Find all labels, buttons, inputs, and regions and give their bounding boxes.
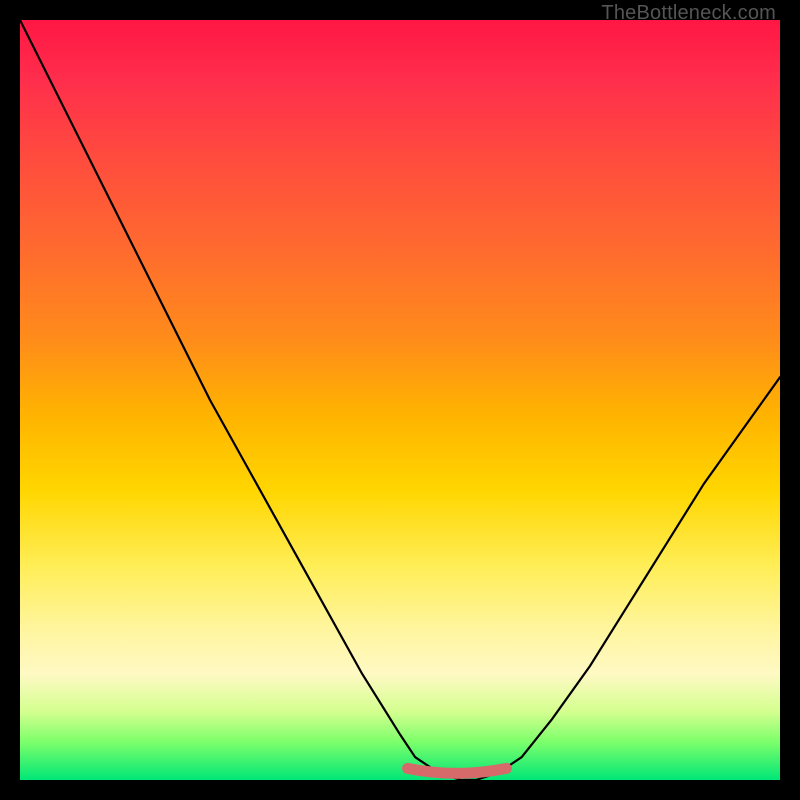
bottleneck-curve (20, 20, 780, 780)
curve-layer (20, 20, 780, 780)
plot-area (20, 20, 780, 780)
optimal-range-marker (408, 768, 507, 773)
chart-frame: TheBottleneck.com (0, 0, 800, 800)
